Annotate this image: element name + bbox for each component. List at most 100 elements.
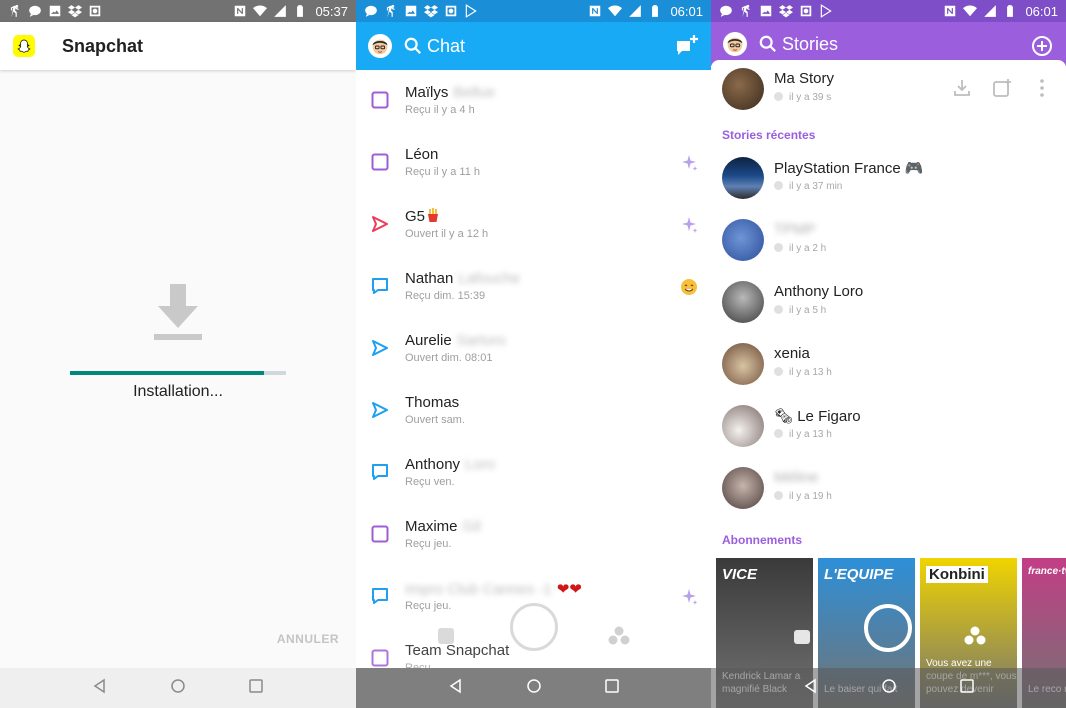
chat-row[interactable]: Léon Reçu il y a 11 h bbox=[356, 132, 711, 194]
story-thumbnail bbox=[722, 405, 764, 447]
installer-screen: 05:37 Snapchat Installation... ANNULER bbox=[0, 0, 356, 708]
dropbox-icon bbox=[68, 4, 82, 18]
story-row[interactable]: TPMP il y a 2 h bbox=[711, 219, 1066, 281]
fitness-icon bbox=[8, 4, 22, 18]
chat-square-icon bbox=[371, 91, 389, 109]
discover-icon[interactable] bbox=[608, 626, 630, 646]
app-bar: Snapchat bbox=[0, 22, 356, 70]
story-row[interactable]: Méline il y a 19 h bbox=[711, 467, 1066, 529]
story-ring-icon bbox=[774, 92, 783, 101]
my-story-name: Ma Story bbox=[774, 70, 835, 87]
home-nav-button[interactable] bbox=[526, 678, 542, 699]
bitmoji-avatar[interactable] bbox=[723, 32, 747, 56]
my-story-time: il y a 39 s bbox=[774, 92, 831, 103]
capture-button[interactable] bbox=[510, 603, 558, 651]
chat-row[interactable]: Nathan Lafouche Reçu dim. 15:39 bbox=[356, 256, 711, 318]
chat-row[interactable]: Thomas Ouvert sam. bbox=[356, 380, 711, 442]
story-row[interactable]: 🗞 Le Figaro il y a 13 h bbox=[711, 405, 1066, 467]
story-thumbnail bbox=[722, 157, 764, 199]
home-nav-button[interactable] bbox=[170, 678, 186, 699]
my-story-row[interactable]: Ma Story il y a 39 s bbox=[711, 68, 1066, 130]
search-icon[interactable] bbox=[759, 35, 777, 53]
dropbox-icon bbox=[424, 4, 438, 18]
bitmoji-avatar[interactable] bbox=[368, 34, 392, 58]
system-nav-bar bbox=[356, 668, 711, 708]
story-ring-icon bbox=[774, 491, 783, 500]
story-time: il y a 13 h bbox=[774, 429, 832, 440]
nfc-icon bbox=[588, 4, 602, 18]
subscriptions-title: Abonnements bbox=[722, 533, 803, 547]
chat-tab-icon[interactable] bbox=[794, 630, 810, 644]
chat-contact-name: Impro Club Cannes -1 ❤❤ bbox=[405, 581, 582, 598]
chat-row[interactable]: G5 Ouvert il y a 12 h bbox=[356, 194, 711, 256]
status-time: 06:01 bbox=[670, 3, 703, 19]
signal-icon bbox=[983, 4, 997, 18]
nfc-icon bbox=[233, 4, 247, 18]
story-row[interactable]: Anthony Loro il y a 5 h bbox=[711, 281, 1066, 343]
play-store-icon bbox=[819, 4, 833, 18]
bottom-controls bbox=[711, 600, 1066, 660]
app-title: Snapchat bbox=[62, 35, 144, 56]
system-nav-bar bbox=[711, 668, 1066, 708]
chat-contact-name: Maxime Gil bbox=[405, 518, 481, 535]
smile-emoji-icon bbox=[680, 278, 698, 301]
wifi-icon bbox=[963, 4, 978, 18]
chat-status-text: Reçu jeu. bbox=[405, 538, 452, 550]
sparkle-icon bbox=[680, 216, 698, 239]
discover-brand: VICE bbox=[722, 566, 758, 583]
chat-tab-icon[interactable] bbox=[438, 628, 454, 644]
add-snap-icon[interactable] bbox=[992, 78, 1012, 98]
story-thumbnail bbox=[722, 219, 764, 261]
chat-row[interactable]: Maïlys Bellue Reçu il y a 4 h bbox=[356, 70, 711, 132]
chat-row[interactable]: Aurelie Sartoro Ouvert dim. 08:01 bbox=[356, 318, 711, 380]
story-row[interactable]: xenia il y a 13 h bbox=[711, 343, 1066, 405]
wifi-icon bbox=[253, 4, 268, 18]
story-ring-icon bbox=[774, 305, 783, 314]
download-story-icon[interactable] bbox=[952, 78, 972, 98]
install-progress-fill bbox=[70, 371, 265, 375]
chat-contact-name: Nathan Lafouche bbox=[405, 270, 521, 287]
play-store-icon bbox=[464, 4, 478, 18]
back-nav-button[interactable] bbox=[92, 678, 108, 699]
story-name: xenia bbox=[774, 345, 810, 362]
sent-arrow-icon bbox=[371, 401, 389, 419]
chat-status-text: Ouvert sam. bbox=[405, 414, 465, 426]
more-options-icon[interactable] bbox=[1032, 78, 1052, 98]
chat-row[interactable]: Anthony Loro Reçu ven. bbox=[356, 442, 711, 504]
chat-bubble-icon bbox=[364, 4, 378, 18]
my-story-actions bbox=[952, 78, 1052, 98]
battery-icon bbox=[1003, 4, 1017, 18]
cancel-button[interactable]: ANNULER bbox=[277, 632, 339, 646]
battery-icon bbox=[648, 4, 662, 18]
battery-icon bbox=[293, 4, 307, 18]
search-icon[interactable] bbox=[404, 37, 422, 55]
new-chat-icon[interactable] bbox=[675, 34, 699, 58]
story-ring-icon bbox=[774, 243, 783, 252]
recents-nav-button[interactable] bbox=[959, 678, 975, 699]
recent-stories-title: Stories récentes bbox=[722, 128, 816, 142]
recents-nav-button[interactable] bbox=[604, 678, 620, 699]
chat-screen: 06:01 Chat Maïlys Bellue Reçu il y a 4 h Lé… bbox=[356, 0, 711, 708]
add-story-icon[interactable] bbox=[1030, 34, 1054, 58]
recents-nav-button[interactable] bbox=[248, 678, 264, 699]
chat-row[interactable]: Maxime Gil Reçu jeu. bbox=[356, 504, 711, 566]
discover-icon[interactable] bbox=[964, 626, 986, 646]
chat-bubble-icon bbox=[719, 4, 733, 18]
bottom-controls bbox=[356, 600, 711, 660]
story-row[interactable]: PlayStation France 🎮 il y a 37 min bbox=[711, 157, 1066, 219]
story-name: Anthony Loro bbox=[774, 283, 864, 300]
home-nav-button[interactable] bbox=[881, 678, 897, 699]
chat-contact-name: G5 bbox=[405, 208, 439, 225]
chat-square-icon bbox=[371, 525, 389, 543]
sent-arrow-icon bbox=[371, 215, 389, 233]
capture-button[interactable] bbox=[864, 604, 912, 652]
image-icon bbox=[48, 4, 62, 18]
back-nav-button[interactable] bbox=[448, 678, 464, 699]
sent-arrow-icon bbox=[371, 339, 389, 357]
chat-bubble-icon bbox=[28, 4, 42, 18]
status-time: 06:01 bbox=[1025, 3, 1058, 19]
back-nav-button[interactable] bbox=[803, 678, 819, 699]
chat-status-text: Ouvert il y a 12 h bbox=[405, 228, 489, 240]
chat-bubble-icon bbox=[371, 463, 389, 481]
snapchat-logo-icon bbox=[13, 35, 35, 57]
